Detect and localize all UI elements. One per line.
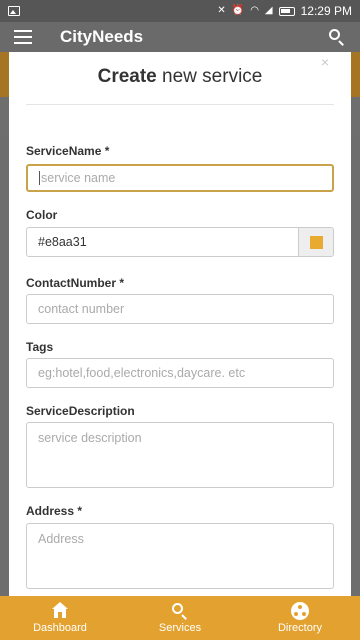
app-bar: CityNeeds bbox=[0, 22, 360, 52]
wifi-icon: ◠ bbox=[250, 5, 259, 16]
contact-number-input[interactable]: contact number bbox=[26, 294, 334, 324]
status-time: 12:29 PM bbox=[300, 4, 352, 18]
dialog-title-bold: Create bbox=[97, 66, 157, 87]
service-name-label: ServiceName * bbox=[26, 144, 110, 158]
dialog-title-rest: new service bbox=[156, 66, 263, 87]
nav-directory[interactable]: Directory bbox=[240, 596, 360, 640]
service-description-placeholder: service description bbox=[38, 431, 142, 445]
nav-services-label: Services bbox=[158, 622, 202, 634]
search-icon bbox=[171, 602, 189, 620]
color-swatch bbox=[309, 235, 323, 249]
tags-input[interactable]: eg:hotel,food,electronics,daycare. etc bbox=[26, 358, 334, 388]
dialog-title: Create new service bbox=[9, 66, 351, 88]
app-title: CityNeeds bbox=[60, 27, 144, 46]
color-picker-button[interactable] bbox=[298, 228, 333, 256]
battery-icon bbox=[278, 6, 295, 16]
color-value: #e8aa31 bbox=[38, 235, 87, 249]
service-description-textarea[interactable]: service description bbox=[26, 422, 334, 488]
nav-dashboard[interactable]: Dashboard bbox=[0, 596, 120, 640]
contact-number-label: ContactNumber * bbox=[26, 276, 125, 290]
bottom-navigation: Dashboard Services Directory bbox=[0, 596, 360, 640]
directory-icon bbox=[291, 602, 309, 620]
search-icon[interactable] bbox=[328, 28, 346, 46]
signal-icon: ◢ bbox=[264, 5, 273, 16]
contact-number-placeholder: contact number bbox=[38, 302, 125, 316]
service-description-label: ServiceDescription bbox=[26, 404, 135, 418]
nav-dashboard-label: Dashboard bbox=[33, 622, 87, 634]
tags-placeholder: eg:hotel,food,electronics,daycare. etc bbox=[38, 366, 246, 380]
service-name-input[interactable]: service name bbox=[26, 164, 334, 192]
color-label: Color bbox=[26, 208, 58, 222]
color-input[interactable]: #e8aa31 bbox=[26, 227, 334, 257]
status-bar: ✕ ⏰ ◠ ◢ 12:29 PM bbox=[0, 0, 360, 22]
address-placeholder: Address bbox=[38, 532, 84, 546]
menu-icon[interactable] bbox=[14, 30, 32, 44]
nav-directory-label: Directory bbox=[277, 622, 322, 634]
service-name-placeholder: service name bbox=[41, 171, 116, 185]
home-icon bbox=[51, 602, 69, 620]
alarm-icon: ⏰ bbox=[231, 5, 245, 16]
create-service-dialog: × Create new service ServiceName * servi… bbox=[9, 52, 351, 596]
tags-label: Tags bbox=[26, 340, 54, 354]
address-label: Address * bbox=[26, 504, 83, 518]
gallery-notification-icon bbox=[8, 6, 20, 16]
nav-services[interactable]: Services bbox=[120, 596, 240, 640]
address-textarea[interactable]: Address bbox=[26, 523, 334, 589]
dialog-divider bbox=[26, 104, 334, 105]
mute-icon: ✕ bbox=[217, 5, 226, 16]
close-icon[interactable]: × bbox=[321, 54, 329, 70]
text-caret bbox=[39, 171, 40, 185]
